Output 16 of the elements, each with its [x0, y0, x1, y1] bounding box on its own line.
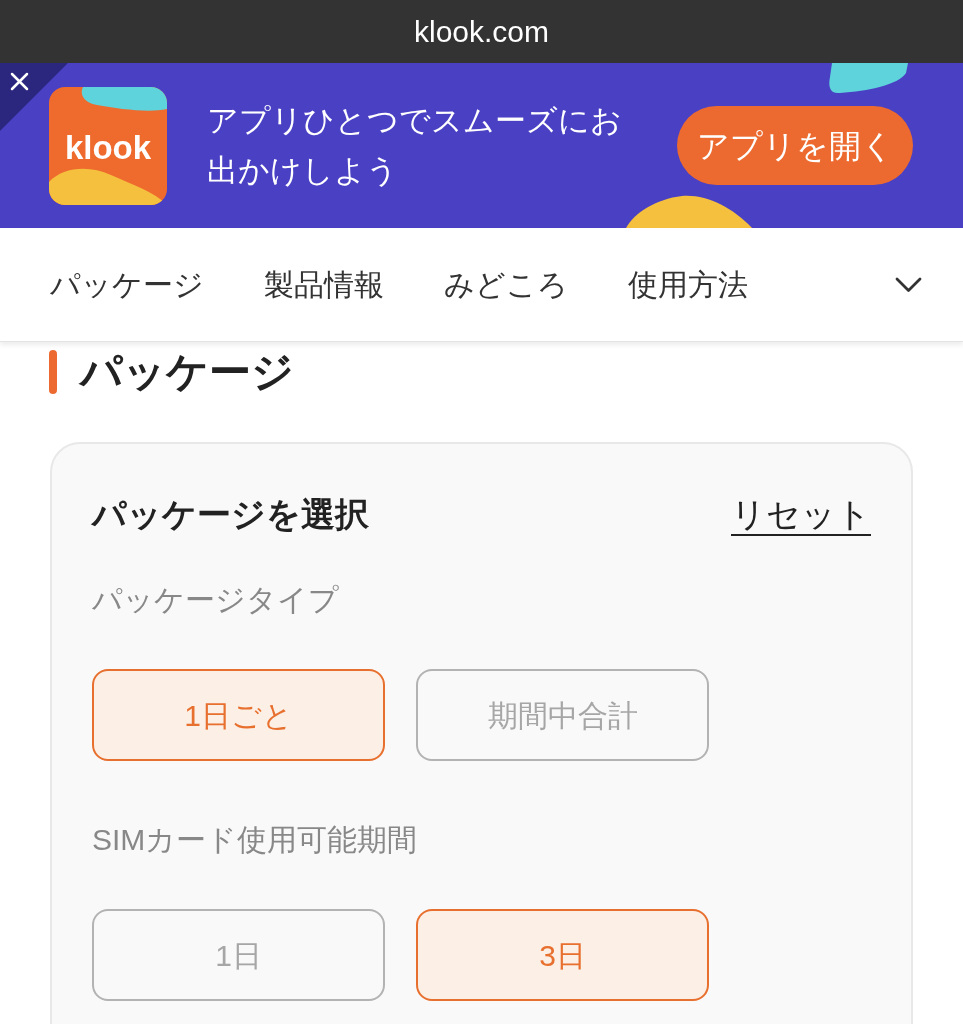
- nav-tab[interactable]: みどころ: [444, 264, 568, 305]
- logo-text: klook: [63, 130, 153, 164]
- option-group-label: パッケージタイプ: [92, 582, 340, 618]
- reset-link[interactable]: リセット: [731, 494, 871, 534]
- url-text[interactable]: klook.com: [413, 16, 549, 47]
- card-title: パッケージを選択: [92, 494, 369, 534]
- heading-accent-bar: [49, 350, 57, 394]
- nav-tab[interactable]: 製品情報: [264, 264, 384, 305]
- close-icon[interactable]: [0, 63, 68, 131]
- banner-message: アプリひとつでスムーズにお出かけしよう: [207, 101, 623, 190]
- app-logo-icon: [49, 86, 167, 205]
- chevron-down-icon[interactable]: [895, 276, 922, 293]
- section-title: パッケージ: [80, 350, 294, 394]
- option-group-label: SIMカード使用可能期間: [92, 822, 419, 858]
- nav-tab[interactable]: 使用方法: [628, 264, 748, 305]
- nav-tab[interactable]: パッケージ: [50, 264, 204, 305]
